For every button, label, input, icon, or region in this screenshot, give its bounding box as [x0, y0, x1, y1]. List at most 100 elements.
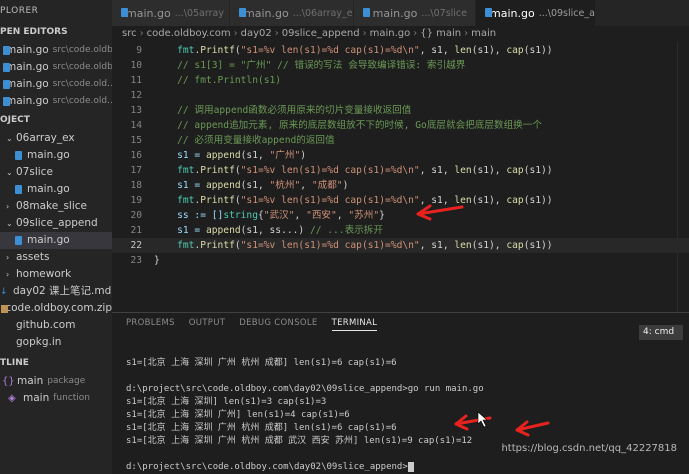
- file-tree-label: day02 课上笔记.md: [13, 285, 112, 297]
- project-header[interactable]: OJECT: [0, 110, 112, 130]
- open-editor-name: main.go: [6, 95, 49, 107]
- code-token: fmt: [177, 240, 195, 251]
- code-line[interactable]: 10 // s1[3] = "广州" // 错误的写法 会导致编译错误: 索引越…: [112, 58, 689, 73]
- panel-tabs: PROBLEMS OUTPUT DEBUG CONSOLE TERMINAL: [112, 313, 689, 335]
- code-token: , s1,: [419, 45, 455, 56]
- code-line[interactable]: 19 fmt.Printf("s1=%v len(s1)=%d cap(s1)=…: [112, 193, 689, 208]
- file-tree-item[interactable]: ↓ day02 课上笔记.md: [0, 283, 112, 300]
- code-token: // ...表示拆开: [309, 225, 383, 236]
- code-token: fmt: [177, 45, 195, 56]
- file-tree-item[interactable]: ⌄ 07slice: [0, 164, 112, 181]
- file-tree-label: github.com: [16, 319, 76, 331]
- code-line[interactable]: 9 fmt.Printf("s1=%v len(s1)=%d cap(s1)=%…: [112, 43, 689, 58]
- code-line[interactable]: 18 s1 = append(s1, "杭州", "成都"): [112, 178, 689, 193]
- line-number: 9: [136, 45, 142, 56]
- open-editor-item[interactable]: main.go src\code.old...: [0, 93, 112, 110]
- line-number: 16: [130, 150, 142, 161]
- panel-tab[interactable]: OUTPUT: [189, 318, 225, 330]
- code-token: fmt: [177, 195, 195, 206]
- breadcrumb-item[interactable]: 09slice_append: [282, 28, 360, 39]
- open-editor-item[interactable]: main.gosrc\code.oldb...: [0, 59, 112, 76]
- file-tree-item[interactable]: main.go: [0, 232, 112, 249]
- editor-tab[interactable]: main.go ...\05array: [112, 0, 230, 26]
- open-editor-item[interactable]: main.go src\code.old...: [0, 76, 112, 93]
- code-line[interactable]: 16 s1 = append(s1, "广州"): [112, 148, 689, 163]
- file-tree-item[interactable]: main.go: [0, 181, 112, 198]
- open-editor-path: src\code.old...: [52, 96, 112, 106]
- file-tree-item[interactable]: ⌄ 06array_ex: [0, 130, 112, 147]
- file-tree-label: main.go: [27, 183, 70, 195]
- tab-dir: ...\06array_ex: [292, 7, 354, 19]
- outline-item[interactable]: ◈ main function: [0, 390, 112, 407]
- file-tree-item[interactable]: main.go: [0, 147, 112, 164]
- panel-tab[interactable]: DEBUG CONSOLE: [239, 318, 317, 330]
- outline-item[interactable]: {} main package: [0, 373, 112, 390]
- tab-name: main.go: [372, 6, 418, 20]
- file-tree-item[interactable]: gopkg.in: [0, 334, 112, 351]
- go-file-icon: [14, 235, 23, 246]
- code-line[interactable]: 13 // 调用append函数必须用原来的切片变量接收返回值: [112, 103, 689, 118]
- breadcrumb-item[interactable]: main: [471, 28, 496, 39]
- code-line[interactable]: 14 // append追加元素, 原来的底层数组放不下的时候, Go底层就会把…: [112, 118, 689, 133]
- file-tree-label: 07slice: [16, 166, 53, 178]
- breadcrumb-item[interactable]: code.oldboy.com: [147, 28, 231, 39]
- go-file-icon: [362, 8, 370, 18]
- tab-dir: ...\05array: [174, 7, 224, 19]
- line-number: 14: [130, 120, 142, 131]
- breadcrumb-item[interactable]: main.go: [370, 28, 411, 39]
- terminal-text: d:\project\src\code.oldboy.com\day02\09s…: [126, 462, 408, 472]
- file-tree-label: 09slice_append: [16, 217, 98, 229]
- code-token: cap: [506, 195, 524, 206]
- terminal-line: d:\project\src\code.oldboy.com\day02\09s…: [126, 461, 414, 474]
- code-token: "广州": [269, 150, 301, 161]
- editor-tab[interactable]: main.go ...\06array_ex: [230, 0, 354, 26]
- terminal-select[interactable]: 4: cmd: [639, 325, 683, 340]
- line-number: 23: [130, 255, 142, 266]
- code-token: ,: [300, 180, 312, 191]
- terminal-text: s1=[北京 上海 深圳] len(s1)=3 cap(s1)=3: [126, 397, 327, 407]
- chevron-right-icon: ›: [6, 270, 10, 279]
- tab-name: main.go: [490, 6, 535, 20]
- code-line[interactable]: 20 ss := []string{"武汉", "西安", "苏州"}: [112, 208, 689, 223]
- file-tree-item[interactable]: code.oldboy.com.zip: [0, 300, 112, 317]
- code-line[interactable]: 17 fmt.Printf("s1=%v len(s1)=%d cap(s1)=…: [112, 163, 689, 178]
- code-token: ): [342, 180, 349, 191]
- code-token: ss := []: [154, 210, 224, 221]
- file-tree-item[interactable]: › assets: [0, 249, 112, 266]
- open-editors-header[interactable]: PEN EDITORS: [0, 22, 112, 42]
- code-token: fmt: [177, 165, 195, 176]
- code-editor[interactable]: 9 fmt.Printf("s1=%v len(s1)=%d cap(s1)=%…: [112, 42, 689, 312]
- code-token: len: [454, 45, 472, 56]
- editor-tab[interactable]: main.go ...\07slice: [354, 0, 476, 26]
- open-editor-item[interactable]: main.gosrc\code.oldb...: [0, 42, 112, 59]
- code-token: , s1,: [419, 165, 455, 176]
- code-line[interactable]: 22 fmt.Printf("s1=%v len(s1)=%d cap(s1)=…: [112, 238, 689, 253]
- file-tree-item[interactable]: github.com: [0, 317, 112, 334]
- code-token: "s1=%v len(s1)=%d cap(s1)=%d\n": [240, 195, 420, 206]
- line-number: 22: [130, 240, 142, 251]
- file-tree-item[interactable]: › homework: [0, 266, 112, 283]
- breadcrumb-item[interactable]: {} main: [420, 28, 461, 39]
- code-token: s1 =: [154, 225, 206, 236]
- file-tree-item[interactable]: ⌄ 09slice_append: [0, 215, 112, 232]
- line-number: 13: [130, 105, 142, 116]
- outline-header[interactable]: TLINE: [0, 353, 112, 373]
- breadcrumb-item[interactable]: src: [122, 28, 137, 39]
- code-line[interactable]: 21 s1 = append(s1, ss...) // ...表示拆开: [112, 223, 689, 238]
- panel-tab[interactable]: PROBLEMS: [126, 318, 175, 330]
- code-line[interactable]: 11 // fmt.Println(s1): [112, 73, 689, 88]
- editor-tab[interactable]: main.go...\09slice_append: [476, 0, 596, 26]
- panel-tab[interactable]: TERMINAL: [331, 318, 378, 331]
- file-tree-item[interactable]: › 08make_slice: [0, 198, 112, 215]
- code-token: (s1)): [523, 195, 553, 206]
- line-number: 12: [130, 90, 142, 101]
- breadcrumb-item[interactable]: day02: [241, 28, 272, 39]
- line-number: 11: [130, 75, 142, 86]
- breadcrumb-separator-icon: ›: [274, 28, 279, 39]
- code-line[interactable]: 12: [112, 88, 689, 103]
- code-token: "武汉": [263, 210, 295, 221]
- code-line[interactable]: 15 // 必须用变量接收append的返回值: [112, 133, 689, 148]
- code-token: // 必须用变量接收append的返回值: [154, 135, 335, 146]
- code-line[interactable]: 23}: [112, 253, 689, 268]
